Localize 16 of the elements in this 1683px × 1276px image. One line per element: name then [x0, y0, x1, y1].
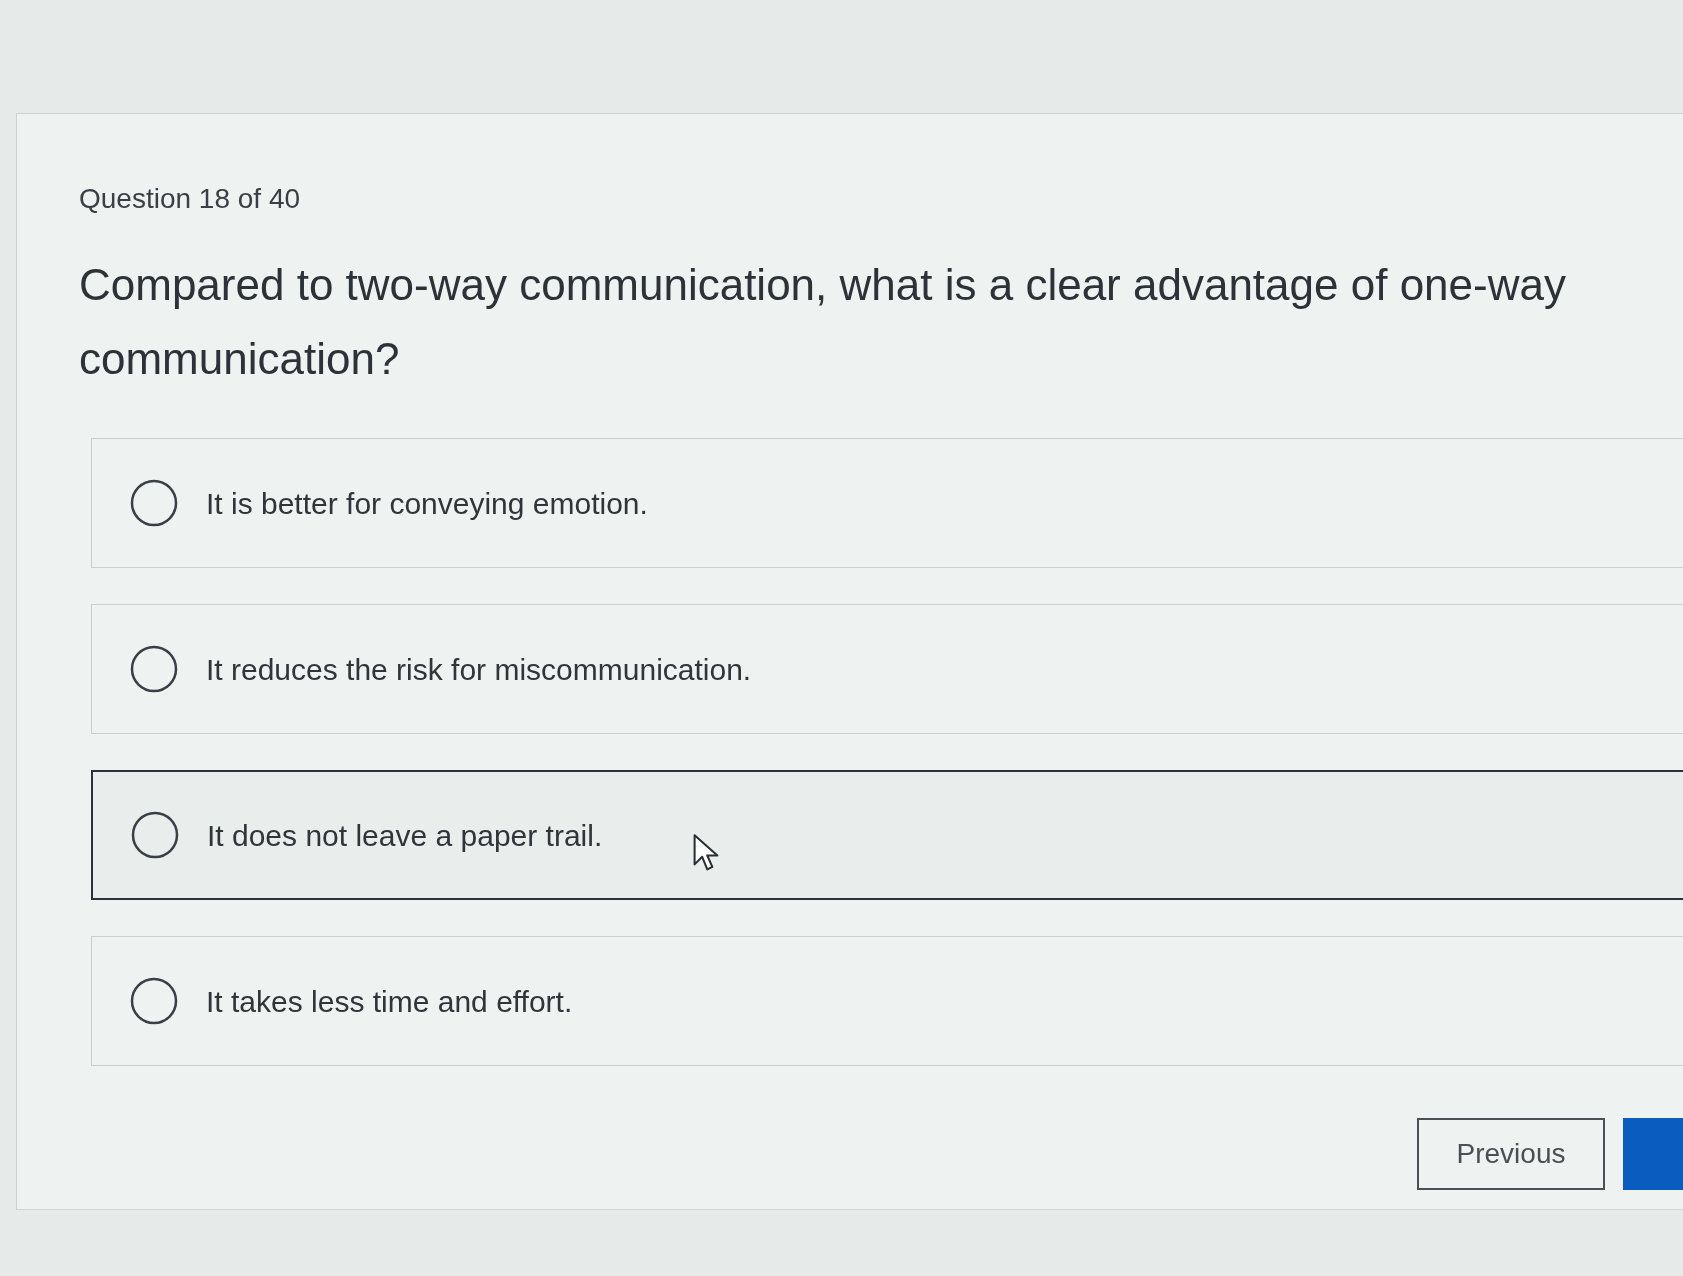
radio-button[interactable]: [130, 479, 178, 527]
option-label: It does not leave a paper trail.: [207, 817, 603, 854]
answer-option[interactable]: It takes less time and effort.: [91, 936, 1683, 1066]
option-label: It takes less time and effort.: [206, 983, 573, 1020]
radio-button[interactable]: [130, 977, 178, 1025]
question-text: Compared to two-way communication, what is a clear advantage of one-way communication?: [79, 259, 1567, 385]
previous-button[interactable]: Previous: [1417, 1118, 1605, 1190]
answer-option[interactable]: It reduces the risk for miscommunication.: [91, 604, 1683, 734]
answer-option[interactable]: It is better for conveying emotion.: [91, 438, 1683, 568]
radio-button[interactable]: [130, 645, 178, 693]
option-label: It reduces the risk for miscommunication.: [206, 651, 752, 688]
radio-button[interactable]: [131, 811, 179, 859]
mouse-pointer-icon: [693, 834, 719, 872]
answer-option[interactable]: It does not leave a paper trail.: [91, 770, 1683, 900]
option-label: It is better for conveying emotion.: [206, 485, 648, 522]
question-counter: Question 18 of 40: [79, 182, 302, 216]
